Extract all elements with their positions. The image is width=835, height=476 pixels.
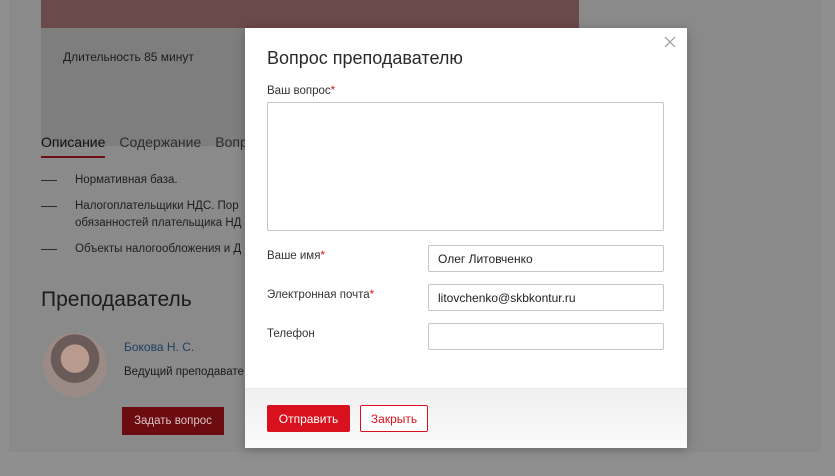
required-mark: * [330, 85, 336, 97]
dash-bullet-icon [41, 180, 57, 181]
name-label: Ваше имя* [267, 250, 325, 262]
send-button[interactable]: Отправить [267, 405, 350, 432]
close-button[interactable]: Закрыть [360, 405, 428, 432]
dash-bullet-icon [41, 249, 57, 250]
name-label-text: Ваше имя [267, 250, 321, 262]
phone-field[interactable] [428, 323, 664, 350]
email-label: Электронная почта* [267, 289, 374, 301]
email-label-text: Электронная почта [267, 289, 370, 301]
list-item-text: Объекты налогообложения и Д [75, 243, 242, 255]
teacher-section-title: Преподаватель [41, 288, 192, 311]
email-field[interactable] [428, 284, 664, 311]
required-mark: * [320, 250, 325, 262]
tab-questions[interactable]: Вопр [215, 134, 248, 158]
close-icon[interactable] [663, 36, 677, 50]
ask-teacher-dialog: Вопрос преподавателю Ваш вопрос* Ваше им… [245, 28, 687, 448]
phone-label: Телефон [267, 328, 315, 340]
teacher-role: Ведущий преподавате [124, 366, 244, 378]
question-textarea[interactable] [267, 102, 664, 231]
list-item-text: Нормативная база. [75, 174, 178, 186]
course-tabs: Описание Содержание Вопр [41, 134, 248, 158]
tab-contents[interactable]: Содержание [119, 134, 201, 158]
ask-question-button[interactable]: Задать вопрос [122, 407, 224, 435]
dialog-footer: Отправить Закрыть [245, 388, 687, 448]
course-duration: Длительность 85 минут [63, 50, 194, 64]
tab-description[interactable]: Описание [41, 134, 106, 158]
teacher-avatar [43, 333, 107, 397]
required-mark: * [369, 289, 375, 301]
question-label-text: Ваш вопрос [267, 85, 331, 97]
dialog-title: Вопрос преподавателю [267, 48, 463, 68]
teacher-name-link[interactable]: Бокова Н. С. [124, 340, 194, 354]
course-banner-image [41, 0, 579, 28]
question-label: Ваш вопрос* [267, 85, 335, 97]
list-item-text: Налогоплательщики НДС. Пор обязанностей … [75, 200, 242, 229]
name-field[interactable] [428, 245, 664, 272]
dash-bullet-icon [41, 206, 57, 207]
